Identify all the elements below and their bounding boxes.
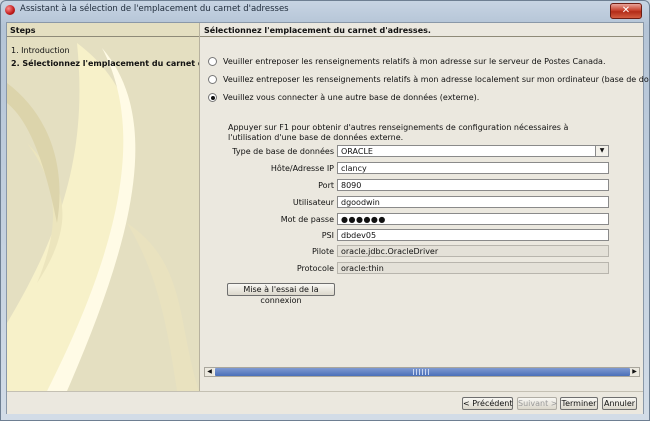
option-local-database[interactable]: Veuillez entreposer les renseignements r… [208, 75, 649, 84]
chevron-down-icon[interactable]: ▼ [595, 146, 608, 156]
option-label: Veuiller entreposer les renseignements r… [223, 57, 606, 66]
radio-button[interactable] [208, 75, 217, 84]
decorative-swirl [7, 23, 199, 391]
content-panel: Sélectionnez l'emplacement du carnet d'a… [200, 23, 649, 391]
content-header: Sélectionnez l'emplacement du carnet d'a… [200, 23, 643, 37]
driver-field: oracle.jdbc.OracleDriver [337, 245, 609, 257]
grip-icon [413, 369, 431, 375]
password-input[interactable]: ●●●●●● [337, 213, 609, 225]
scrollbar-thumb[interactable] [215, 368, 630, 376]
button-bar: < Précédent Suivant > Terminer Annuler [7, 391, 643, 414]
db-type-value: ORACLE [341, 147, 373, 156]
driver-label: Pilote [311, 247, 334, 256]
step-introduction: 1. Introduction [11, 46, 70, 55]
wizard-window: Assistant à la sélection de l'emplacemen… [0, 0, 650, 421]
scroll-right-icon[interactable]: ▶ [630, 368, 639, 376]
f1-info-text: Appuyer sur F1 pour obtenir d'autres ren… [228, 123, 569, 142]
option-postes-canada-server[interactable]: Veuiller entreposer les renseignements r… [208, 57, 606, 66]
radio-button[interactable] [208, 57, 217, 66]
window-title: Assistant à la sélection de l'emplacemen… [20, 4, 289, 14]
protocol-field: oracle:thin [337, 262, 609, 274]
psi-label: PSI [321, 231, 334, 240]
steps-header: Steps [7, 23, 199, 37]
steps-panel: Steps 1. Introduction 2. Sélectionnez l'… [7, 23, 200, 391]
db-type-select[interactable]: ORACLE ▼ [337, 145, 609, 157]
next-button[interactable]: Suivant > [517, 397, 557, 410]
port-input[interactable]: 8090 [337, 179, 609, 191]
protocol-label: Protocole [296, 264, 334, 273]
option-external-database[interactable]: Veuillez vous connecter à une autre base… [208, 93, 479, 102]
host-label: Hôte/Adresse IP [270, 164, 334, 173]
previous-button[interactable]: < Précédent [462, 397, 513, 410]
option-label: Veuillez entreposer les renseignements r… [223, 75, 649, 84]
dialog-body: Steps 1. Introduction 2. Sélectionnez l'… [6, 22, 649, 414]
horizontal-scrollbar[interactable]: ◀ ▶ [204, 367, 640, 377]
test-connection-button[interactable]: Mise à l'essai de la connexion [227, 283, 335, 305]
user-label: Utilisateur [292, 198, 334, 207]
db-type-label: Type de base de données [232, 147, 334, 156]
step-select-location: 2. Sélectionnez l'emplacement du carnet … [11, 59, 199, 68]
port-label: Port [318, 181, 334, 190]
option-label: Veuillez vous connecter à une autre base… [223, 93, 480, 102]
radio-button-selected[interactable] [208, 93, 217, 102]
close-button[interactable]: ✕ [610, 3, 642, 19]
finish-button[interactable]: Terminer [560, 397, 598, 410]
host-input[interactable]: clancy [337, 162, 609, 174]
close-icon: ✕ [621, 5, 631, 16]
psi-input[interactable]: dbdev05 [337, 229, 609, 241]
cancel-button[interactable]: Annuler [602, 397, 637, 410]
title-bar: Assistant à la sélection de l'emplacemen… [1, 1, 649, 20]
app-icon [5, 5, 15, 15]
scroll-left-icon[interactable]: ◀ [205, 368, 214, 376]
user-input[interactable]: dgoodwin [337, 196, 609, 208]
password-label: Mot de passe [280, 215, 334, 224]
